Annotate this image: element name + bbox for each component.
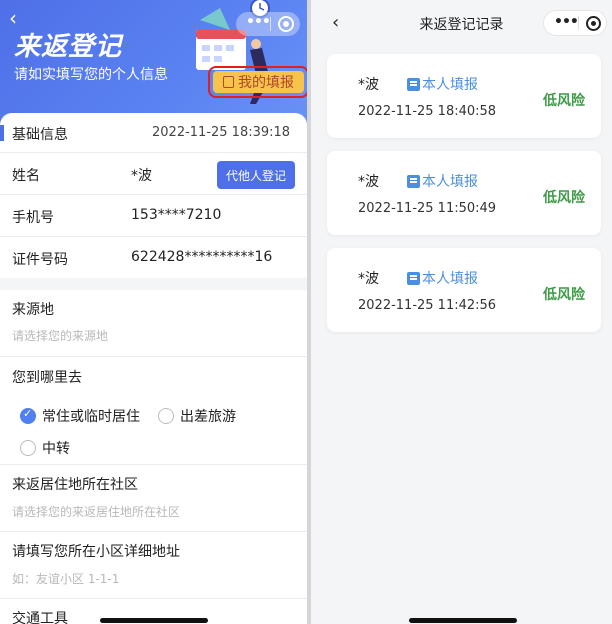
target-close-icon[interactable] (586, 16, 601, 31)
record-time: 2022-11-25 18:40:58 (358, 104, 497, 119)
more-dots-icon[interactable]: ••• (246, 14, 271, 30)
target-close-icon[interactable] (278, 16, 294, 32)
id-row: 证件号码 622428**********16 (0, 237, 307, 278)
my-fill-badge: 我的填报 (213, 71, 304, 93)
record-risk: 低风险 (543, 190, 585, 206)
record-risk: 低风险 (543, 287, 585, 303)
record-source: 本人填报 (407, 171, 478, 191)
page-subtitle: 请如实填写您的个人信息 (14, 67, 168, 83)
id-value: 622428**********16 (131, 249, 273, 265)
phone-label: 手机号 (12, 210, 54, 226)
capsule-divider (270, 17, 271, 31)
self-report-icon (407, 77, 420, 91)
record-time: 2022-11-25 11:50:49 (358, 201, 497, 216)
radio-label: 中转 (42, 441, 70, 457)
radio-checked-icon (20, 407, 36, 424)
record-card[interactable]: *波 本人填报 2022-11-25 11:42:56 低风险 (327, 248, 601, 332)
name-label: 姓名 (12, 168, 40, 184)
record-source-label: 本人填报 (422, 174, 478, 190)
community-field[interactable]: 来返居住地所在社区 请选择您的来返居住地所在社区 (0, 465, 307, 532)
chevron-left-icon[interactable]: ‹ (9, 8, 17, 28)
home-indicator[interactable] (409, 618, 517, 623)
radio-resident[interactable]: 常住或临时居住 (20, 406, 140, 426)
record-source-label: 本人填报 (422, 77, 478, 93)
destination-field: 您到哪里去 常住或临时居住 出差旅游 中转 (0, 357, 307, 465)
radio-unchecked-icon (158, 408, 174, 424)
community-placeholder[interactable]: 请选择您的来返居住地所在社区 (12, 503, 180, 520)
self-report-icon (407, 174, 420, 188)
page-title: 来返登记 (14, 32, 123, 62)
record-name: *波 (358, 77, 379, 93)
radio-business-travel[interactable]: 出差旅游 (158, 406, 236, 426)
my-fill-label: 我的填报 (238, 75, 294, 91)
radio-transit[interactable]: 中转 (20, 438, 70, 458)
self-report-icon (407, 271, 420, 285)
record-source: 本人填报 (407, 74, 478, 94)
name-value: *波 (131, 168, 152, 184)
edit-note-icon (223, 76, 234, 88)
radio-label: 出差旅游 (180, 409, 236, 425)
registration-form: 基础信息 2022-11-25 18:39:18 姓名 *波 代他人登记 手机号… (0, 113, 307, 624)
phone-value: 153****7210 (131, 207, 222, 223)
record-source: 本人填报 (407, 268, 478, 288)
registration-form-screen: ‹ 来返登记 请如实填写您的个人信息 ••• 我的填报 基础信息 2022-11… (0, 0, 307, 624)
section-accent-bar (0, 125, 4, 141)
record-risk: 低风险 (543, 93, 585, 109)
address-field[interactable]: 请填写您所在小区详细地址 如：友谊小区 1-1-1 (0, 532, 307, 599)
record-card[interactable]: *波 本人填报 2022-11-25 18:40:58 低风险 (327, 54, 601, 138)
mini-program-capsule: ••• (236, 12, 300, 36)
radio-unchecked-icon (20, 440, 36, 456)
mini-program-capsule: ••• (543, 10, 607, 36)
transport-label: 交通工具 (12, 611, 68, 624)
address-placeholder[interactable]: 如：友谊小区 1-1-1 (12, 570, 119, 587)
my-fill-button[interactable]: 我的填报 (208, 66, 307, 98)
name-row: 姓名 *波 代他人登记 (0, 153, 307, 195)
radio-label: 常住或临时居住 (42, 409, 140, 425)
record-name: *波 (358, 174, 379, 190)
community-label: 来返居住地所在社区 (12, 477, 138, 493)
proxy-register-button[interactable]: 代他人登记 (217, 161, 295, 189)
records-screen: ‹ 来返登记记录 ••• *波 本人填报 2022-11-25 18:40:58… (311, 0, 612, 624)
record-time: 2022-11-25 11:42:56 (358, 298, 497, 313)
destination-label: 您到哪里去 (12, 370, 82, 386)
origin-field[interactable]: 来源地 请选择您的来源地 (0, 290, 307, 357)
phone-row: 手机号 153****7210 (0, 195, 307, 237)
home-indicator[interactable] (100, 618, 208, 623)
section-title: 基础信息 (12, 127, 68, 143)
capsule-divider (578, 16, 579, 30)
id-label: 证件号码 (12, 252, 68, 268)
record-source-label: 本人填报 (422, 271, 478, 287)
origin-label: 来源地 (12, 302, 54, 318)
more-dots-icon[interactable]: ••• (554, 14, 579, 30)
record-name: *波 (358, 271, 379, 287)
origin-placeholder[interactable]: 请选择您的来源地 (12, 327, 108, 344)
section-gap (0, 278, 307, 290)
nav-bar: ‹ 来返登记记录 ••• (311, 0, 612, 44)
basic-info-header: 基础信息 2022-11-25 18:39:18 (0, 113, 307, 153)
registration-timestamp: 2022-11-25 18:39:18 (152, 125, 291, 140)
address-label: 请填写您所在小区详细地址 (12, 544, 180, 560)
record-card[interactable]: *波 本人填报 2022-11-25 11:50:49 低风险 (327, 151, 601, 235)
